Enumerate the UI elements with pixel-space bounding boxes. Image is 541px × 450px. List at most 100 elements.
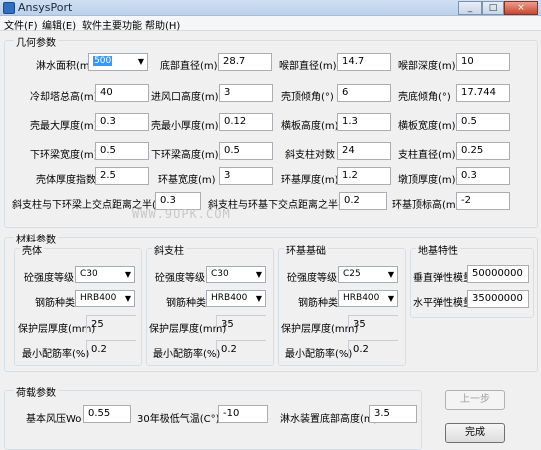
tower-height-label: 冷却塔总高(m) <box>30 92 98 103</box>
beam-width-label: 横板宽度(m) <box>398 121 456 132</box>
soil-horizontal-input[interactable]: 35000000 <box>467 290 529 308</box>
shell-max-thick-input[interactable]: 0.3 <box>95 113 149 131</box>
geometry-title: 几何参数 <box>14 34 58 49</box>
ring-ratio-value[interactable]: 0.2 <box>348 340 398 358</box>
column-ratio-label: 最小配筋率(%) <box>153 349 221 360</box>
close-button[interactable]: × <box>504 1 538 15</box>
ring-cover-label: 保护层厚度(mm) <box>281 324 359 335</box>
spray-height-input[interactable]: 3.5 <box>369 405 417 423</box>
menu-file[interactable]: 文件(F) <box>4 17 38 32</box>
column-ratio-value[interactable]: 0.2 <box>216 340 266 358</box>
shell-thick-index-input[interactable]: 2.5 <box>95 167 149 185</box>
shell-thick-index-label: 壳体厚度指数 <box>36 175 96 186</box>
menu-help[interactable]: 帮助(H) <box>145 17 180 32</box>
column-cover-value[interactable]: 35 <box>216 315 266 333</box>
soil-vertical-label: 垂直弹性模量 <box>413 273 473 284</box>
chevron-down-icon: ▼ <box>255 270 262 279</box>
column-pairs-input[interactable]: 24 <box>337 142 391 160</box>
inlet-height-label: 进风口高度(m) <box>151 92 219 103</box>
column-diameter-input[interactable]: 0.25 <box>456 142 510 160</box>
ring-height-input[interactable]: 1.2 <box>337 167 391 185</box>
shell-max-thick-label: 壳最大厚度(m) <box>30 121 98 132</box>
column-concrete-select[interactable]: C30 ▼ <box>206 266 266 283</box>
shell-top-angle-input[interactable]: 6 <box>337 84 391 102</box>
ring-width-label: 环基宽度(m) <box>158 175 216 186</box>
ring-concrete-label: 砼强度等级 <box>287 273 337 284</box>
low-temp-label: 30年极低气温(C°) <box>137 414 220 425</box>
ring-height-label: 环基厚度(m) <box>281 175 339 186</box>
window-title: AnsysPort <box>18 1 73 14</box>
lower-ring-height-label: 下环梁高度(m) <box>151 150 219 161</box>
throat-depth-input[interactable]: 10 <box>456 53 510 71</box>
column-cover-label: 保护层厚度(mm) <box>149 324 227 335</box>
ring-width-input[interactable]: 3 <box>219 167 273 185</box>
load-title: 荷载参数 <box>14 384 58 399</box>
soil-vertical-input[interactable]: 50000000 <box>467 265 529 283</box>
chevron-down-icon: ▼ <box>255 294 262 303</box>
ring-top-elev-input[interactable]: -2 <box>456 192 510 210</box>
chevron-down-icon: ▼ <box>124 270 131 279</box>
wind-label: 基本风压Wo <box>26 414 82 425</box>
chevron-down-icon: ▼ <box>387 270 394 279</box>
tower-height-input[interactable]: 40 <box>95 84 149 102</box>
beam-height-label: 横板高度(m) <box>281 121 339 132</box>
shell-bottom-angle-label: 壳底倾角(°) <box>398 92 451 103</box>
menu-features[interactable]: 软件主要功能 <box>82 17 142 32</box>
column-concrete-label: 砼强度等级 <box>155 273 205 284</box>
throat-diameter-label: 喉部直径(m) <box>279 61 337 72</box>
maximize-button[interactable]: □ <box>482 1 504 15</box>
soil-horizontal-label: 水平弹性模量 <box>413 298 473 309</box>
lower-ring-width-label: 下环梁宽度(m) <box>30 150 98 161</box>
wind-input[interactable]: 0.55 <box>83 405 131 423</box>
shell-min-thick-input[interactable]: 0.12 <box>219 113 273 131</box>
title-bar: AnsysPort _ □ × <box>0 0 541 16</box>
pier-height-input[interactable]: 0.3 <box>456 167 510 185</box>
column-pairs-label: 斜支柱对数 <box>285 150 335 161</box>
shell-concrete-label: 砼强度等级 <box>24 273 74 284</box>
shell-cover-value[interactable]: 25 <box>86 315 136 333</box>
prev-button[interactable]: 上一步 <box>445 390 505 410</box>
throat-depth-label: 喉部深度(m) <box>398 61 456 72</box>
ring-concrete-select[interactable]: C25 ▼ <box>338 266 398 283</box>
shell-cover-label: 保护层厚度(mm) <box>18 324 96 335</box>
shell-min-thick-label: 壳最小厚度(m) <box>151 121 219 132</box>
shell-concrete-select[interactable]: C30 ▼ <box>75 266 135 283</box>
ring-rebar-select[interactable]: HRB400 ▼ <box>338 290 398 307</box>
base-diameter-label: 底部直径(m) <box>160 61 218 72</box>
shell-bottom-angle-input[interactable]: 17.744 <box>456 84 510 102</box>
shell-rebar-label: 钢筋种类 <box>35 298 75 309</box>
lower-ring-width-input[interactable]: 0.5 <box>95 142 149 160</box>
low-temp-input[interactable]: -10 <box>218 405 268 423</box>
menu-edit[interactable]: 编辑(E) <box>42 17 76 32</box>
base-diameter-input[interactable]: 28.7 <box>218 53 272 71</box>
finish-button[interactable]: 完成 <box>445 423 505 443</box>
soil-title: 地基特性 <box>416 242 460 257</box>
inlet-height-input[interactable]: 3 <box>219 84 273 102</box>
chevron-down-icon: ▼ <box>124 294 131 303</box>
shell-title: 壳体 <box>20 242 44 257</box>
menu-bar: 文件(F) 编辑(E) 软件主要功能 帮助(H) <box>0 16 541 32</box>
spray-height-label: 淋水装置底部高度(m) <box>280 414 378 425</box>
spray-area-select[interactable]: 500 ▼ <box>88 53 148 71</box>
lower-ring-height-input[interactable]: 0.5 <box>219 142 273 160</box>
watermark: WWW.9UPK.COM <box>132 207 231 221</box>
chevron-down-icon: ▼ <box>387 294 394 303</box>
shell-ratio-value[interactable]: 0.2 <box>86 340 136 358</box>
shell-rebar-select[interactable]: HRB400 ▼ <box>75 290 135 307</box>
ring-cover-value[interactable]: 35 <box>348 315 398 333</box>
throat-diameter-input[interactable]: 14.7 <box>337 53 391 71</box>
column-diameter-label: 支柱直径(m) <box>398 150 456 161</box>
ring-title: 环基基础 <box>284 242 328 257</box>
lower-dist-input[interactable]: 0.2 <box>339 192 387 210</box>
ring-rebar-label: 钢筋种类 <box>298 298 338 309</box>
beam-height-input[interactable]: 1.3 <box>337 113 391 131</box>
beam-width-input[interactable]: 0.5 <box>456 113 510 131</box>
column-rebar-select[interactable]: HRB400 ▼ <box>206 290 266 307</box>
column-rebar-label: 钢筋种类 <box>166 298 206 309</box>
column-title: 斜支柱 <box>152 242 186 257</box>
ring-top-elev-label: 环基顶标高(m) <box>392 200 460 211</box>
ring-ratio-label: 最小配筋率(%) <box>285 349 353 360</box>
shell-top-angle-label: 壳顶倾角(°) <box>281 92 334 103</box>
pier-height-label: 墩顶厚度(m) <box>398 175 456 186</box>
minimize-button[interactable]: _ <box>458 1 482 15</box>
